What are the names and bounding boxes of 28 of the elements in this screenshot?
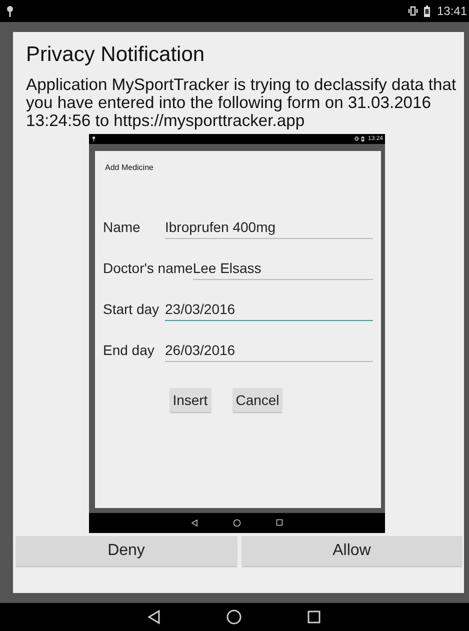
dialog-button[interactable]: Allow [242,536,462,566]
clock: 13:41 [436,4,467,18]
dialog-title: Privacy Notification [25,43,206,67]
field-label: Name [103,219,142,237]
battery-icon [422,4,432,18]
form-title: Add Medicine [105,163,154,172]
recent-apps-icon [276,519,284,527]
notification-icon [6,4,15,18]
vibrate-icon [354,136,360,142]
dialog-message: Application MySportTracker is trying to declassify data that you have entered into the following form on 31.03.2016 13:24:56 to https://mysporttracker.app [26,76,458,130]
field-label: Doctor's name [103,260,193,278]
home-icon [226,608,243,626]
input-field[interactable]: Lee Elsass [192,260,373,280]
recent-apps-icon [307,610,322,624]
form-button[interactable]: Cancel [232,388,282,412]
input-field[interactable]: 26/03/2016 [165,342,373,362]
input-field[interactable]: Ibroprufen 400mg [165,219,373,239]
input-field[interactable]: 23/03/2016 [165,301,373,321]
field-label: End day [103,342,156,360]
home-icon [232,518,242,528]
back-icon [147,608,162,626]
vibrate-icon [406,4,420,18]
field-label: Start day [103,301,160,319]
dialog-button[interactable]: Deny [16,536,236,566]
battery-icon [361,136,366,142]
notification-icon [92,136,97,142]
back-icon [190,518,198,528]
form-button[interactable]: Insert [170,388,211,412]
